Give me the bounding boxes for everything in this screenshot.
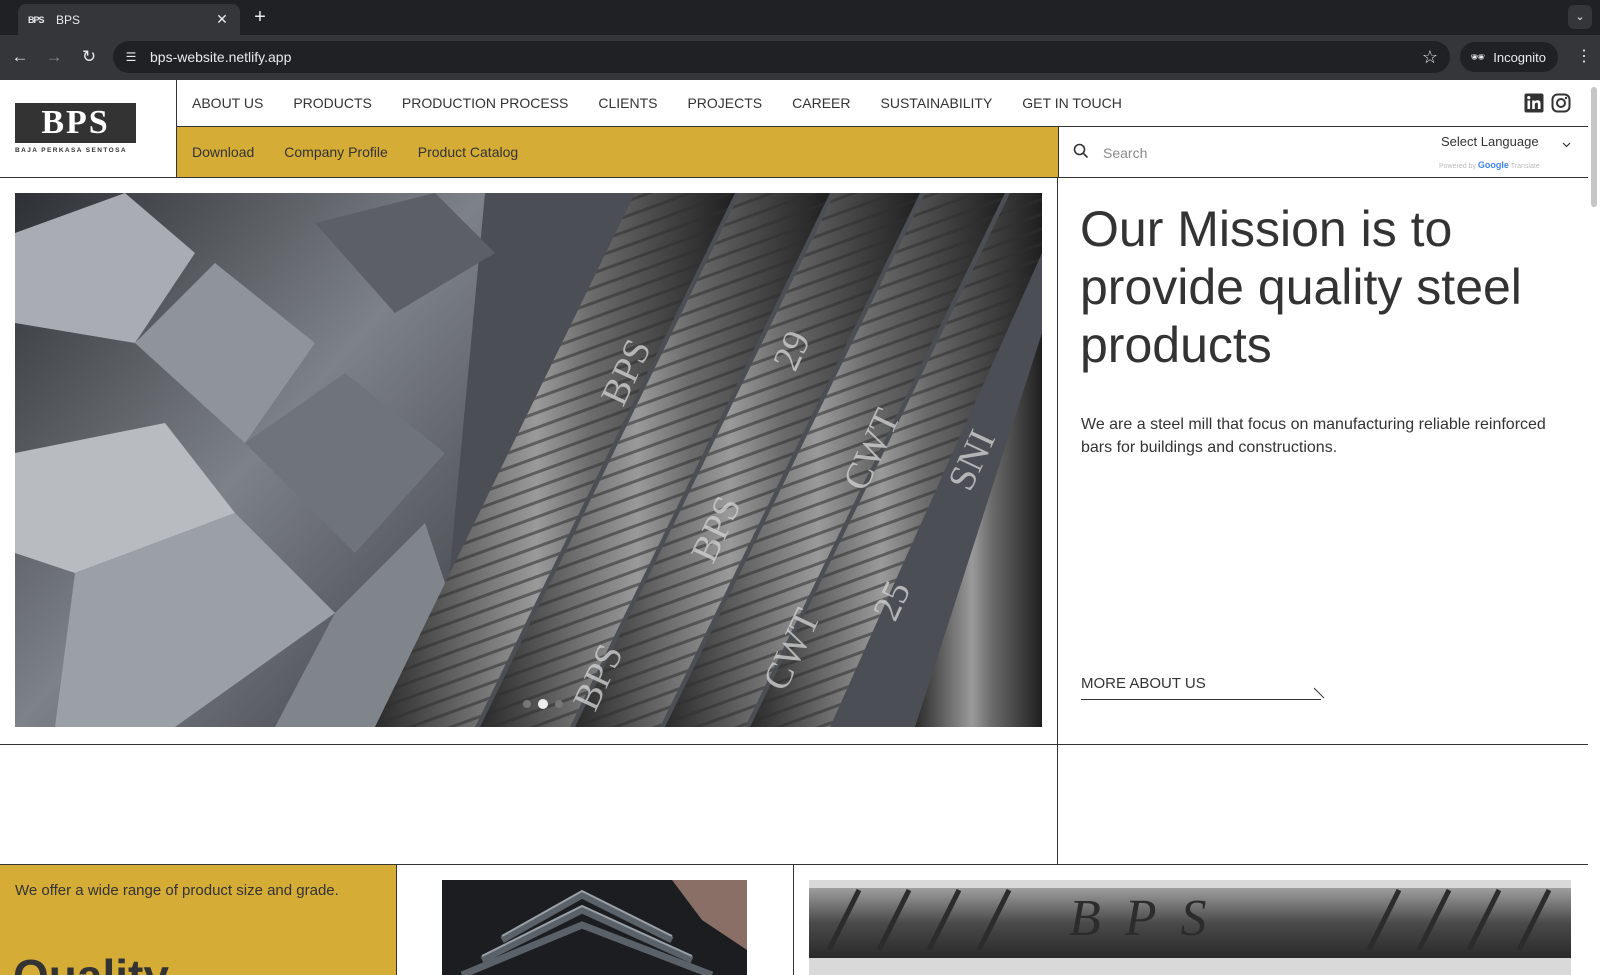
incognito-badge[interactable]: 🕶 Incognito: [1460, 42, 1558, 72]
search-area: Select Language Powered by Google Transl…: [1058, 127, 1588, 178]
back-arrow-icon[interactable]: ←: [8, 45, 32, 69]
browser-tab-strip: BPS BPS ✕ + ⌄: [0, 0, 1600, 35]
quality-heading: Quality: [13, 949, 169, 975]
bookmark-star-icon[interactable]: ☆: [1422, 46, 1438, 68]
mission-description: We are a steel mill that focus on manufa…: [1081, 416, 1546, 456]
browser-toolbar: ← → ↻ ☰ bps-website.netlify.app ☆ 🕶 Inco…: [0, 35, 1600, 80]
logo-subtitle: BAJA PERKASA SENTOSA: [15, 147, 127, 154]
bps-logo[interactable]: BPS: [15, 103, 136, 143]
forward-arrow-icon[interactable]: →: [42, 45, 66, 69]
search-input[interactable]: [1103, 142, 1403, 164]
incognito-icon: 🕶: [1470, 50, 1486, 64]
hero-slider-cell: BPS BPS BPS 29 25 CWT CWT SNI: [0, 178, 1058, 745]
browser-tab-active[interactable]: BPS BPS ✕: [18, 4, 240, 35]
google-wordmark: Google: [1477, 160, 1509, 170]
logo-cell[interactable]: BPS BAJA PERKASA SENTOSA: [0, 80, 177, 178]
tab-search-chevron-icon[interactable]: ⌄: [1568, 5, 1592, 29]
product-image-panel: [397, 865, 794, 975]
rebar-closeup-photo[interactable]: BPS: [809, 880, 1571, 975]
nav-about-us[interactable]: ABOUT US: [192, 95, 263, 111]
search-icon: [1073, 143, 1089, 159]
language-select-value: Select Language: [1441, 134, 1539, 149]
nav-projects[interactable]: PROJECTS: [687, 95, 762, 111]
mission-heading: Our Mission is to provide quality steel …: [1080, 201, 1522, 373]
browser-menu-icon[interactable]: ⋮: [1576, 45, 1592, 69]
url-text[interactable]: bps-website.netlify.app: [150, 49, 291, 65]
products-tagline: We offer a wide range of product size an…: [15, 882, 339, 899]
close-tab-icon[interactable]: ✕: [214, 11, 230, 28]
steel-rebar-photo: BPS BPS BPS 29 25 CWT CWT SNI: [15, 193, 1042, 727]
secondary-navigation: Download Company Profile Product Catalog: [177, 127, 1058, 178]
chevron-down-icon: [1562, 142, 1571, 148]
tab-title: BPS: [56, 12, 81, 27]
slide-dot-3[interactable]: [555, 700, 563, 708]
arrow-down-right-icon: [1313, 687, 1325, 699]
spacer-band-right: [1058, 745, 1588, 865]
steel-stack-photo[interactable]: [442, 880, 747, 975]
nav-production-process[interactable]: PRODUCTION PROCESS: [402, 95, 568, 111]
nav-products[interactable]: PRODUCTS: [293, 95, 372, 111]
translate-label: Translate: [1510, 163, 1540, 170]
hero-slide-image[interactable]: BPS BPS BPS 29 25 CWT CWT SNI: [15, 193, 1042, 727]
site-info-icon[interactable]: ☰: [123, 49, 139, 65]
more-about-us-link[interactable]: MORE ABOUT US: [1081, 675, 1325, 700]
mission-panel: Our Mission is to provide quality steel …: [1058, 178, 1588, 745]
address-bar[interactable]: ☰ bps-website.netlify.app ☆: [113, 41, 1450, 73]
nav-sustainability[interactable]: SUSTAINABILITY: [881, 95, 993, 111]
language-select[interactable]: Select Language: [1441, 134, 1571, 149]
subnav-download[interactable]: Download: [192, 144, 254, 160]
subnav-product-catalog[interactable]: Product Catalog: [418, 144, 518, 160]
linkedin-icon[interactable]: [1524, 93, 1544, 113]
rebar-bps-mark: BPS: [1069, 890, 1231, 947]
slider-pagination: [523, 699, 563, 709]
nav-get-in-touch[interactable]: GET IN TOUCH: [1022, 95, 1122, 111]
page-scrollbar[interactable]: [1588, 80, 1600, 975]
slide-dot-1[interactable]: [523, 700, 531, 708]
nav-career[interactable]: CAREER: [792, 95, 850, 111]
rebar-closeup-panel: BPS: [794, 865, 1588, 975]
nav-clients[interactable]: CLIENTS: [598, 95, 657, 111]
slide-dot-2[interactable]: [538, 699, 548, 709]
quality-panel: We offer a wide range of product size an…: [0, 865, 397, 975]
instagram-icon[interactable]: [1551, 93, 1571, 113]
more-about-us-label: MORE ABOUT US: [1081, 675, 1206, 692]
webpage: BPS BAJA PERKASA SENTOSA ABOUT US PRODUC…: [0, 80, 1588, 975]
google-translate-credit[interactable]: Powered by Google Translate: [1439, 160, 1540, 170]
main-navigation: ABOUT US PRODUCTS PRODUCTION PROCESS CLI…: [177, 80, 1588, 127]
incognito-label: Incognito: [1493, 49, 1546, 65]
powered-by-label: Powered by: [1439, 163, 1476, 170]
new-tab-icon[interactable]: +: [250, 5, 270, 29]
subnav-company-profile[interactable]: Company Profile: [284, 144, 388, 160]
scrollbar-thumb[interactable]: [1591, 87, 1597, 207]
reload-icon[interactable]: ↻: [77, 45, 101, 69]
site-favicon-icon: BPS: [28, 14, 45, 25]
spacer-band-left: [0, 745, 1058, 865]
